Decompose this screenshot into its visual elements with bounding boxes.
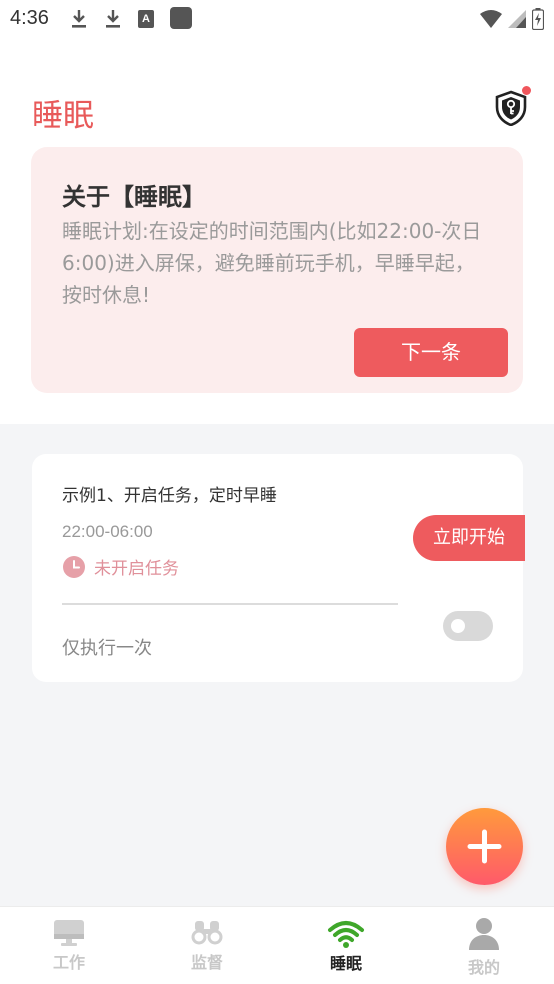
status-time: 4:36	[10, 7, 49, 29]
add-task-button[interactable]	[446, 808, 523, 885]
binoculars-icon	[191, 921, 223, 945]
notification-dot	[522, 86, 531, 95]
task-toggle[interactable]	[443, 611, 493, 641]
status-bar: 4:36 A	[0, 0, 554, 40]
repeat-label: 仅执行一次	[62, 638, 152, 659]
nav-item-supervise[interactable]: 监督	[138, 907, 276, 984]
nav-item-work[interactable]: 工作	[0, 907, 138, 984]
font-icon: A	[138, 10, 154, 28]
nav-label: 睡眠	[329, 954, 362, 973]
clock-icon	[63, 555, 85, 578]
signal-icon	[508, 10, 526, 28]
about-card: 关于【睡眠】 睡眠计划:在设定的时间范围内(比如22:00-次日6:00)进入屏…	[31, 147, 523, 393]
shield-key-icon[interactable]	[493, 90, 529, 126]
app-square-icon	[170, 7, 192, 29]
sleep-page: 4:36 A 睡眠 关于【睡眠】 睡眠计划:在设定的时间范围内(比如22:00-…	[0, 0, 554, 984]
nav-label: 工作	[52, 953, 85, 972]
monitor-icon	[54, 920, 84, 946]
about-text: 睡眠计划:在设定的时间范围内(比如22:00-次日6:00)进入屏保，避免睡前玩…	[62, 219, 482, 307]
about-title: 关于【睡眠】	[62, 183, 206, 211]
task-name: 示例1、开启任务，定时早睡	[62, 486, 277, 506]
plus-icon	[467, 829, 502, 864]
battery-icon	[532, 8, 544, 30]
task-time-range: 22:00-06:00	[62, 522, 153, 541]
wifi-icon	[480, 10, 502, 28]
wifi-icon	[328, 921, 364, 948]
user-icon	[469, 918, 499, 950]
toggle-knob	[451, 619, 465, 633]
download-icon	[72, 10, 86, 28]
header-section: 睡眠 关于【睡眠】 睡眠计划:在设定的时间范围内(比如22:00-次日6:00)…	[0, 40, 554, 424]
task-status: 未开启任务	[62, 554, 179, 579]
start-now-button[interactable]: 立即开始	[413, 515, 525, 561]
nav-label: 我的	[467, 958, 500, 977]
next-tip-button[interactable]: 下一条	[354, 328, 508, 377]
nav-item-sleep[interactable]: 睡眠	[277, 907, 415, 984]
download-icon	[106, 10, 120, 28]
task-card: 示例1、开启任务，定时早睡 22:00-06:00 未开启任务 立即开始 仅执行…	[32, 454, 525, 682]
divider	[62, 603, 398, 605]
nav-item-mine[interactable]: 我的	[415, 907, 553, 984]
page-title: 睡眠	[32, 98, 94, 134]
nav-label: 监督	[190, 953, 223, 972]
bottom-nav: 工作 监督 睡眠 我的	[0, 906, 554, 984]
status-text: 未开启任务	[94, 559, 179, 579]
